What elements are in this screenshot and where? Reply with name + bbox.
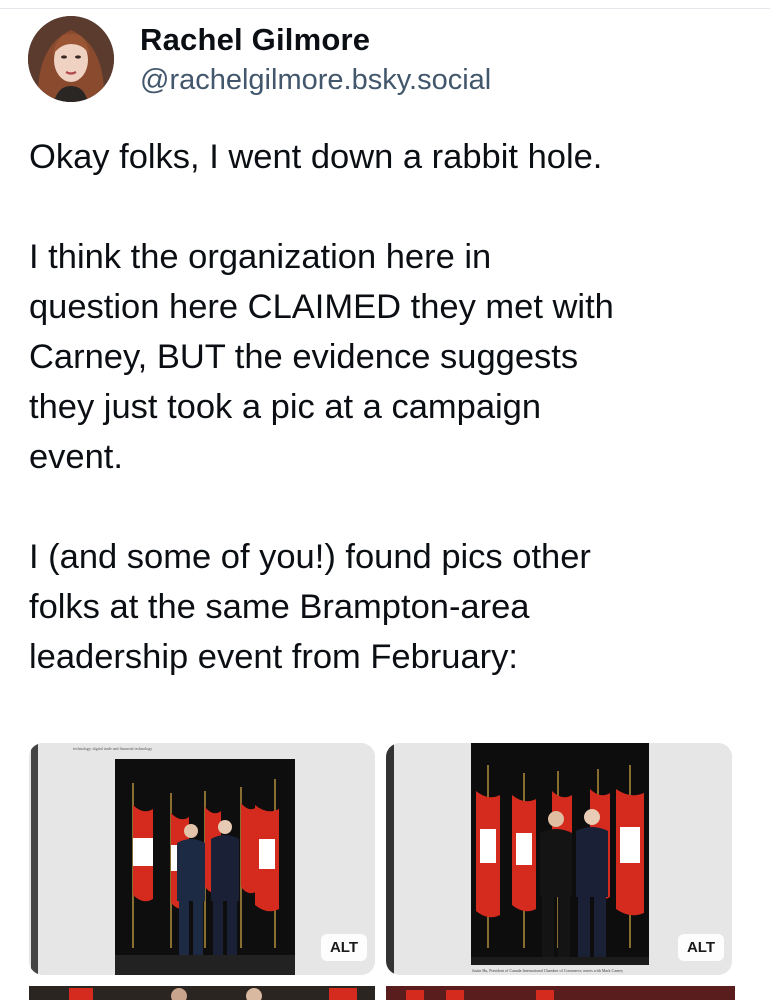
avatar[interactable] [28,16,114,102]
author-handle[interactable]: @rachelgilmore.bsky.social [140,64,491,97]
location-caption: Brampton, Ontario [678,978,736,985]
embedded-image-1[interactable]: technology, digital trade and financial … [29,743,375,975]
alt-badge-2[interactable]: ALT [677,934,724,961]
embedded-image-2[interactable]: Justin Hu, President of Canada Internati… [386,743,732,975]
image-grid: technology, digital trade and financial … [29,743,735,988]
embedded-image-4-partial[interactable] [386,986,735,1000]
embedded-image-3-partial[interactable] [29,986,375,1000]
alt-badge-1[interactable]: ALT [320,934,367,961]
post-header: Rachel Gilmore @rachelgilmore.bsky.socia… [28,14,748,104]
top-divider [0,0,770,9]
post-paragraph-1: Okay folks, I went down a rabbit hole. [29,138,603,176]
author-display-name[interactable]: Rachel Gilmore [140,22,370,58]
post-paragraph-3: I (and some of you!) found pics other fo… [29,538,591,676]
post-paragraph-2: I think the organization here in questio… [29,238,614,476]
post-text: Okay folks, I went down a rabbit hole. I… [29,132,749,732]
